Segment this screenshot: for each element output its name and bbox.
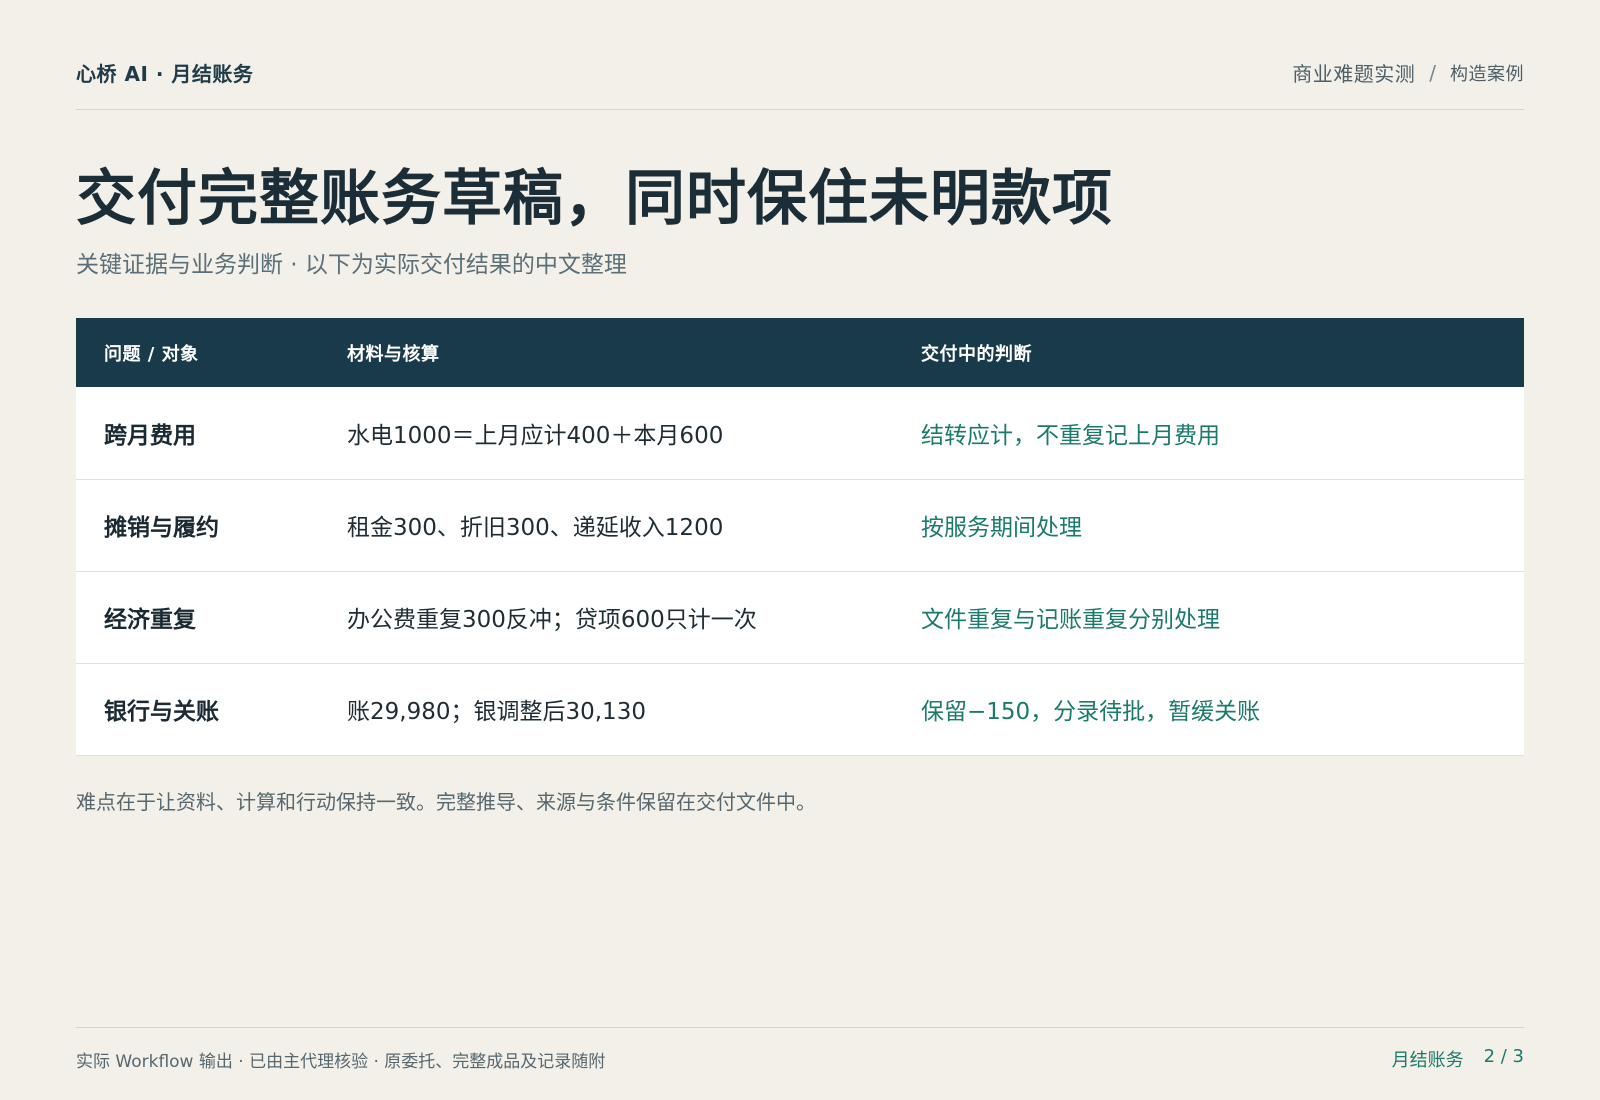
cell-judge: 保留−150，分录待批，暂缓关账 (921, 699, 1261, 725)
page-title: 交付完整账务草稿，同时保住未明款项 (76, 164, 1113, 234)
cell-topic: 经济重复 (104, 607, 196, 633)
cell-topic: 银行与关账 (104, 699, 219, 725)
table-row: 跨月费用 水电1000＝上月应计400＋本月600 结转应计，不重复记上月费用 (76, 387, 1524, 479)
breadcrumb-secondary[interactable]: 构造案例 (1450, 60, 1524, 86)
cell-topic: 跨月费用 (104, 422, 196, 449)
column-header-judge: 交付中的判断 (921, 343, 1032, 365)
cell-calc: 账29,980；银调整后30,130 (347, 699, 646, 725)
footer-source-note: 实际 Workflow 输出 · 已由主代理核验 · 原委托、完整成品及记录随附 (76, 1051, 606, 1072)
evidence-table: 问题 / 对象 材料与核算 交付中的判断 跨月费用 水电1000＝上月应计400… (76, 318, 1524, 756)
breadcrumb-separator: / (1429, 60, 1436, 85)
table-row: 银行与关账 账29,980；银调整后30,130 保留−150，分录待批，暂缓关… (76, 663, 1524, 755)
breadcrumb: 商业难题实测 / 构造案例 (1292, 58, 1524, 87)
cell-judge: 文件重复与记账重复分别处理 (921, 607, 1220, 633)
table-row: 经济重复 办公费重复300反冲；贷项600只计一次 文件重复与记账重复分别处理 (76, 571, 1524, 663)
cell-calc: 水电1000＝上月应计400＋本月600 (347, 422, 724, 449)
breadcrumb-primary[interactable]: 商业难题实测 (1292, 58, 1415, 87)
table-header-row: 问题 / 对象 材料与核算 交付中的判断 (76, 318, 1524, 387)
page-number: 2 / 3 (1483, 1046, 1524, 1067)
cell-calc: 租金300、折旧300、递延收入1200 (347, 515, 724, 541)
cell-judge: 按服务期间处理 (921, 515, 1082, 541)
summary-note: 难点在于让资料、计算和行动保持一致。完整推导、来源与条件保留在交付文件中。 (76, 790, 816, 814)
table-row: 摊销与履约 租金300、折旧300、递延收入1200 按服务期间处理 (76, 479, 1524, 571)
footer-pagination: 月结账务 2 / 3 (1392, 1046, 1524, 1072)
cell-topic: 摊销与履约 (104, 515, 219, 541)
column-header-topic: 问题 / 对象 (104, 343, 199, 365)
column-header-calc: 材料与核算 (347, 343, 440, 365)
cell-judge: 结转应计，不重复记上月费用 (921, 422, 1220, 449)
page-header: 心桥 AI · 月结账务 商业难题实测 / 构造案例 (76, 58, 1524, 110)
page-subtitle: 关键证据与业务判断 · 以下为实际交付结果的中文整理 (76, 252, 627, 278)
cell-calc: 办公费重复300反冲；贷项600只计一次 (347, 607, 757, 633)
footer-section-label: 月结账务 (1391, 1050, 1464, 1071)
brand-title: 心桥 AI · 月结账务 (76, 62, 254, 86)
page-footer: 实际 Workflow 输出 · 已由主代理核验 · 原委托、完整成品及记录随附… (76, 1027, 1524, 1072)
